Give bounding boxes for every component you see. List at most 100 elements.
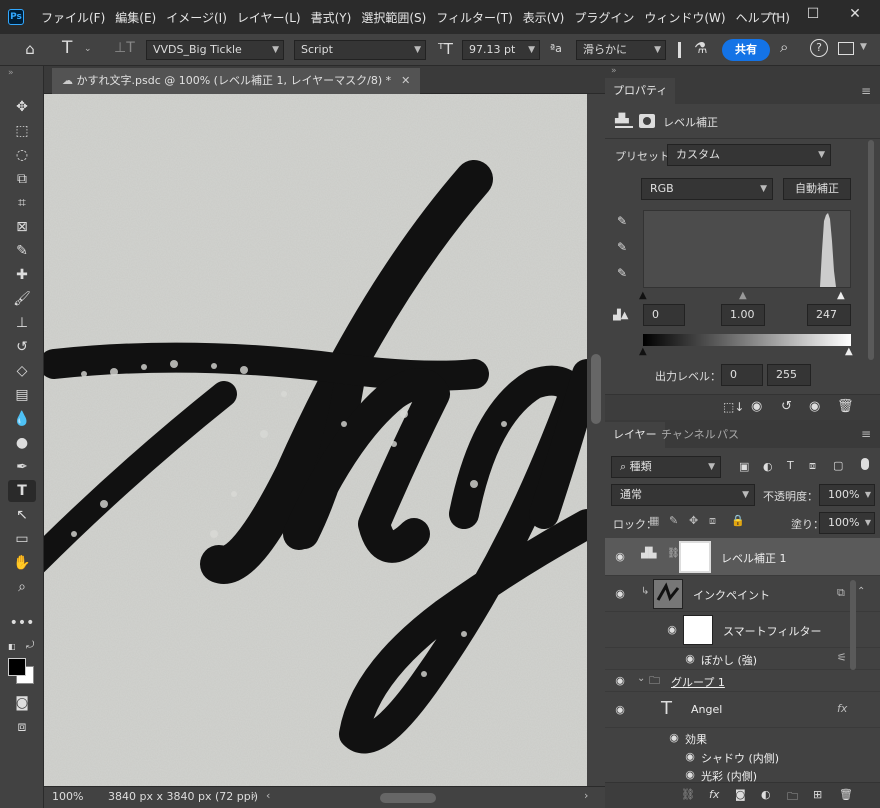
lock-position-icon[interactable]: ✥	[689, 514, 698, 527]
layer-filter-select[interactable]: ⌕ 種類 ▼	[611, 456, 721, 478]
layers-menu-icon[interactable]: ≡	[861, 427, 871, 441]
visibility-eye-icon[interactable]: ◉	[613, 587, 627, 601]
text-orientation-icon[interactable]: ⊥T	[114, 40, 135, 56]
font-family-select[interactable]: VVDS_Big Tickle ▼	[146, 40, 284, 60]
visibility-eye-icon[interactable]: ◉	[613, 703, 627, 717]
panel-menu-icon[interactable]: ≡	[861, 84, 871, 98]
pen-tool-icon[interactable]: ✒	[8, 456, 36, 478]
menu-layer[interactable]: レイヤー(L)	[232, 9, 306, 26]
output-black-slider[interactable]: ▲	[639, 346, 647, 357]
menu-type[interactable]: 書式(Y)	[306, 9, 357, 26]
help-icon[interactable]: ?	[810, 39, 828, 57]
filter-mask-thumbnail[interactable]	[683, 615, 713, 645]
menu-plugins[interactable]: プラグイン	[569, 9, 639, 26]
tab-properties[interactable]: プロパティ	[605, 78, 676, 104]
collapse-panels-icon[interactable]: »	[611, 66, 617, 76]
output-white-field[interactable]: 255	[767, 364, 811, 386]
stamp-tool-icon[interactable]: ⊥	[8, 312, 36, 334]
workspace-icon[interactable]	[838, 42, 854, 55]
auto-button[interactable]: 自動補正	[783, 178, 851, 200]
input-gamma-field[interactable]: 1.00	[721, 304, 765, 326]
gradient-tool-icon[interactable]: ▤	[8, 384, 36, 406]
eyedropper-tool-icon[interactable]: ✎	[8, 240, 36, 262]
rectangle-tool-icon[interactable]: ▭	[8, 528, 36, 550]
black-point-eyedropper-icon[interactable]: ✎	[617, 214, 627, 228]
visibility-eye-icon[interactable]: ◉	[809, 399, 820, 414]
hand-tool-icon[interactable]: ✋	[8, 552, 36, 574]
align-left-icon[interactable]	[678, 42, 694, 58]
quick-mask-icon[interactable]: ◙	[8, 692, 36, 714]
delete-layer-icon[interactable]: 🗑	[839, 788, 853, 801]
filter-toggle-icon[interactable]	[861, 458, 869, 470]
fill-field[interactable]: 100% ▼	[819, 512, 875, 534]
layer-mask-thumbnail[interactable]	[679, 541, 711, 573]
input-white-field[interactable]: 247	[807, 304, 851, 326]
swap-colors-icon[interactable]: ⤾	[26, 640, 34, 651]
more-tools-icon[interactable]: •••	[8, 612, 36, 634]
font-style-select[interactable]: Script ▼	[294, 40, 426, 60]
clipping-warning-icon[interactable]: ▟▲	[613, 310, 628, 321]
marquee-tool-icon[interactable]: ⬚	[8, 120, 36, 142]
clip-to-layer-icon[interactable]: ⬚↓	[723, 400, 744, 414]
group-expand-chevron-icon[interactable]: ⌄	[637, 673, 645, 684]
input-gamma-slider[interactable]: ▲	[739, 290, 747, 301]
scroll-right-icon[interactable]: ›	[584, 789, 588, 802]
close-icon[interactable]: ✕	[836, 0, 874, 28]
new-adjustment-icon[interactable]: ◐	[761, 788, 771, 801]
output-black-field[interactable]: 0	[721, 364, 763, 386]
tab-paths[interactable]: パス	[709, 422, 747, 448]
filter-adjustment-icon[interactable]: ◐	[763, 460, 773, 473]
type-tool-icon[interactable]: T	[8, 480, 36, 502]
properties-scrollbar[interactable]	[868, 140, 874, 360]
history-brush-tool-icon[interactable]: ↺	[8, 336, 36, 358]
filter-pixel-icon[interactable]: ▣	[739, 460, 749, 473]
eraser-tool-icon[interactable]: ◇	[8, 360, 36, 382]
frame-tool-icon[interactable]: ⊠	[8, 216, 36, 238]
share-button[interactable]: 共有	[722, 39, 770, 61]
visibility-eye-icon[interactable]: ◉	[613, 674, 627, 688]
gray-point-eyedropper-icon[interactable]: ✎	[617, 240, 627, 254]
input-black-field[interactable]: 0	[643, 304, 685, 326]
blend-mode-select[interactable]: 通常 ▼	[611, 484, 755, 506]
lock-transparent-icon[interactable]: ▦	[649, 514, 659, 527]
type-tool-icon[interactable]: T	[62, 38, 72, 58]
add-style-icon[interactable]: fx	[709, 788, 719, 801]
visibility-eye-icon[interactable]: ◉	[683, 768, 697, 782]
link-icon[interactable]: ⛓	[667, 548, 680, 559]
layer-row-inner-shadow[interactable]: ◉ シャドウ (内側)	[605, 748, 880, 766]
filter-smart-icon[interactable]: ▢	[833, 459, 843, 472]
input-black-slider[interactable]: ▲	[639, 290, 647, 301]
output-white-slider[interactable]: ▲	[845, 346, 853, 357]
delete-trash-icon[interactable]: 🗑	[837, 399, 854, 414]
menu-select[interactable]: 選択範囲(S)	[356, 9, 431, 26]
crop-tool-icon[interactable]: ⌗	[8, 192, 36, 214]
canvas-vertical-scrollbar[interactable]	[587, 94, 605, 786]
lock-artboard-icon[interactable]: ⧈	[709, 514, 716, 528]
screen-mode-icon[interactable]: ⧈	[8, 716, 36, 738]
lasso-tool-icon[interactable]: ◌	[8, 144, 36, 166]
new-group-icon[interactable]: 🗀	[787, 788, 798, 807]
foreground-color-swatch[interactable]	[8, 658, 26, 676]
input-white-slider[interactable]: ▲	[837, 290, 845, 301]
lock-pixels-icon[interactable]: ✎	[669, 514, 678, 527]
antialias-select[interactable]: 滑らかに ▼	[576, 40, 666, 60]
healing-brush-tool-icon[interactable]: ✚	[8, 264, 36, 286]
3d-flask-icon[interactable]: ⚗	[694, 39, 707, 57]
move-tool-icon[interactable]: ✥	[8, 96, 36, 118]
search-icon[interactable]: ⌕	[780, 38, 788, 56]
opacity-field[interactable]: 100% ▼	[819, 484, 875, 506]
mask-icon[interactable]	[639, 114, 655, 128]
canvas[interactable]	[44, 94, 587, 786]
layer-row-effects[interactable]: ◉ 効果	[605, 728, 880, 748]
scroll-thumb[interactable]	[591, 354, 601, 424]
zoom-level[interactable]: 100%	[52, 790, 83, 803]
zoom-tool-icon[interactable]: ⌕	[8, 576, 36, 598]
filter-options-icon[interactable]: ⚟	[837, 651, 847, 664]
menu-filter[interactable]: フィルター(T)	[431, 9, 517, 26]
filter-type-icon[interactable]: T	[787, 459, 794, 472]
collapse-toolbar-icon[interactable]: »	[8, 68, 14, 78]
minimize-icon[interactable]: —	[752, 0, 790, 28]
workspace-chevron-icon[interactable]: ▼	[860, 42, 867, 52]
home-icon[interactable]: ⌂	[20, 40, 40, 60]
visibility-eye-icon[interactable]: ◉	[683, 652, 697, 666]
